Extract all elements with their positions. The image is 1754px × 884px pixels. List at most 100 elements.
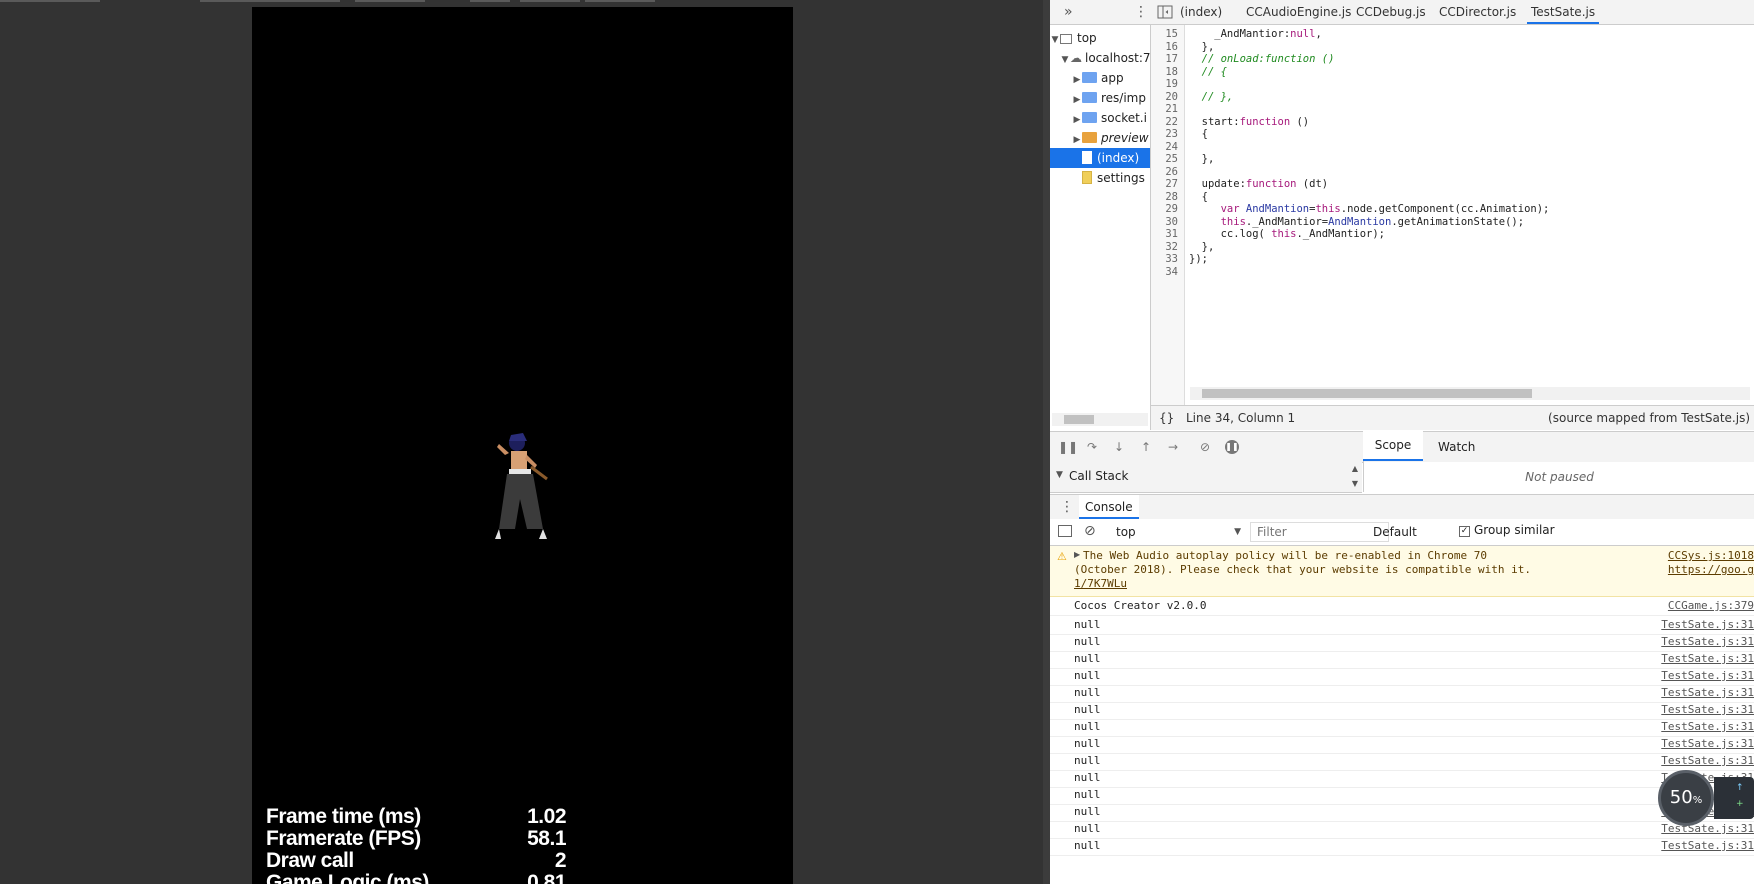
warning-link-tail[interactable]: 1/7K7WLu <box>1074 577 1127 590</box>
more-tabs-icon[interactable]: » <box>1060 0 1077 24</box>
clear-console-icon[interactable]: ⊘ <box>1084 523 1096 539</box>
log-levels-dropdown[interactable]: Default levels▼ <box>1373 522 1463 559</box>
navigator-hscrollbar[interactable] <box>1052 413 1148 426</box>
game-canvas[interactable]: Frame time (ms) 1.02 Framerate (FPS) 58.1 … <box>252 7 793 884</box>
line-number[interactable]: 29 <box>1151 203 1178 215</box>
warning-url-link[interactable]: https://goo.g <box>1668 563 1754 576</box>
tree-item-host[interactable]: ▼ ☁ localhost:7 <box>1050 48 1150 68</box>
toolbar-button[interactable] <box>355 0 425 2</box>
line-number[interactable]: 25 <box>1151 153 1178 165</box>
editor-hscrollbar[interactable] <box>1190 387 1750 400</box>
scroll-down-icon[interactable]: ▼ <box>1352 479 1358 488</box>
console-message: null <box>1074 669 1101 682</box>
fps-monitor-badge[interactable]: 50% <box>1658 770 1714 826</box>
scrollbar-thumb[interactable] <box>1202 389 1532 398</box>
expand-arrow-icon[interactable]: ▶ <box>1072 90 1082 108</box>
code-editor[interactable]: 15 16 17 18 19 20 21 22 23 24 25 26 27 28 29 30 31 32 33 34… <box>1151 25 1754 405</box>
toolbar-button[interactable] <box>200 0 340 2</box>
line-number[interactable]: 26 <box>1151 166 1178 178</box>
scrollbar-thumb[interactable] <box>1064 415 1094 424</box>
code-line: { <box>1189 190 1208 203</box>
expand-arrow-icon[interactable]: ▼ <box>1050 30 1060 48</box>
collapse-arrow-icon[interactable]: ▼ <box>1056 470 1063 480</box>
line-number[interactable]: 15 <box>1151 28 1178 40</box>
line-number[interactable]: 33 <box>1151 253 1178 265</box>
filter-input[interactable] <box>1250 522 1389 542</box>
toolbar-button[interactable] <box>0 0 100 2</box>
toolbar-button[interactable] <box>520 0 580 2</box>
console-source-link[interactable]: TestSate.js:31 <box>1661 718 1754 736</box>
line-number[interactable]: 21 <box>1151 103 1178 115</box>
line-number[interactable]: 27 <box>1151 178 1178 190</box>
show-sidebar-icon[interactable] <box>1058 525 1072 537</box>
console-message: null <box>1074 839 1101 852</box>
line-number[interactable]: 34 <box>1151 266 1178 278</box>
line-number[interactable]: 17 <box>1151 53 1178 65</box>
tab-console[interactable]: Console <box>1079 495 1139 519</box>
line-number[interactable]: 19 <box>1151 78 1178 90</box>
console-source-link[interactable]: TestSate.js:31 <box>1661 667 1754 685</box>
kebab-menu-icon[interactable]: ⋮ <box>1130 0 1152 24</box>
step-into-icon[interactable]: ↓ <box>1112 440 1126 454</box>
file-tab-testsate[interactable]: TestSate.js <box>1527 0 1600 24</box>
step-icon[interactable]: → <box>1166 440 1180 454</box>
line-number[interactable]: 16 <box>1151 41 1178 53</box>
pause-on-exceptions-icon[interactable]: ❚❚ <box>1225 440 1239 454</box>
file-tab-ccdebug[interactable]: CCDebug.js <box>1352 0 1430 24</box>
console-source-link[interactable]: TestSate.js:31 <box>1661 735 1754 753</box>
tree-item-top[interactable]: ▼ top <box>1050 28 1150 48</box>
drawer-menu-icon[interactable]: ⋮ <box>1060 499 1074 515</box>
line-number[interactable]: 18 <box>1151 66 1178 78</box>
file-tab-ccaudioengine[interactable]: CCAudioEngine.js <box>1242 0 1355 24</box>
console-source-link[interactable]: TestSate.js:31 <box>1661 684 1754 702</box>
line-number[interactable]: 23 <box>1151 128 1178 140</box>
pause-icon[interactable]: ❚❚ <box>1058 440 1078 454</box>
step-over-icon[interactable]: ↷ <box>1085 440 1099 454</box>
console-source-link[interactable]: CCGame.js:379 <box>1668 597 1754 615</box>
line-number[interactable]: 24 <box>1151 141 1178 153</box>
expand-arrow-icon[interactable]: ▼ <box>1060 50 1070 68</box>
console-source-link[interactable]: TestSate.js:31 <box>1661 633 1754 651</box>
scroll-up-icon[interactable]: ▲ <box>1352 464 1358 473</box>
console-source-link[interactable]: TestSate.js:31 <box>1661 752 1754 770</box>
source-mapped-link[interactable]: (source mapped from TestSate.js) <box>1548 406 1750 430</box>
tree-item-settings[interactable]: settings <box>1050 168 1150 188</box>
pretty-print-button[interactable]: {} <box>1159 406 1174 430</box>
console-source-link[interactable]: TestSate.js:31 <box>1661 837 1754 855</box>
devtools-resize-handle[interactable] <box>1043 0 1050 884</box>
tree-item-res[interactable]: ▶ res/imp <box>1050 88 1150 108</box>
console-source-link[interactable]: TestSate.js:31 <box>1661 616 1754 634</box>
call-stack-section[interactable]: ▼ Call Stack ▲ ▼ <box>1050 462 1362 493</box>
line-number[interactable]: 30 <box>1151 216 1178 228</box>
toolbar-button[interactable] <box>585 0 655 2</box>
file-tab-index[interactable]: (index) <box>1176 0 1226 24</box>
tab-watch[interactable]: Watch <box>1438 432 1475 462</box>
context-selector[interactable]: top ▼ <box>1110 522 1245 542</box>
step-out-icon[interactable]: ↑ <box>1139 440 1153 454</box>
expand-arrow-icon[interactable]: ▶ <box>1074 550 1080 559</box>
deactivate-breakpoints-icon[interactable]: ⊘ <box>1198 440 1212 454</box>
expand-arrow-icon[interactable]: ▶ <box>1072 70 1082 88</box>
line-number[interactable]: 31 <box>1151 228 1178 240</box>
toolbar-button[interactable] <box>470 0 510 2</box>
console-source-link[interactable]: TestSate.js:31 <box>1661 650 1754 668</box>
tab-scope[interactable]: Scope <box>1363 431 1423 461</box>
warning-source-link[interactable]: CCSys.js:1018 <box>1668 549 1754 562</box>
monitor-side-panel[interactable]: ↑ + <box>1714 777 1754 819</box>
file-tab-ccdirector[interactable]: CCDirector.js <box>1435 0 1520 24</box>
tree-item-app[interactable]: ▶ app <box>1050 68 1150 88</box>
expand-arrow-icon[interactable]: ▶ <box>1072 110 1082 128</box>
group-similar-checkbox[interactable]: ✓ <box>1459 526 1470 537</box>
console-source-link[interactable]: TestSate.js:31 <box>1661 701 1754 719</box>
tree-label: app <box>1101 71 1124 85</box>
toggle-navigator-icon[interactable] <box>1153 0 1177 24</box>
line-number[interactable]: 28 <box>1151 191 1178 203</box>
line-number[interactable]: 20 <box>1151 91 1178 103</box>
line-number[interactable]: 32 <box>1151 241 1178 253</box>
tree-item-index[interactable]: (index) <box>1050 148 1150 168</box>
line-number[interactable]: 22 <box>1151 116 1178 128</box>
tree-item-preview[interactable]: ▶ preview <box>1050 128 1150 148</box>
file-icon <box>1082 171 1092 184</box>
tree-item-socket[interactable]: ▶ socket.i <box>1050 108 1150 128</box>
expand-arrow-icon[interactable]: ▶ <box>1072 130 1082 148</box>
